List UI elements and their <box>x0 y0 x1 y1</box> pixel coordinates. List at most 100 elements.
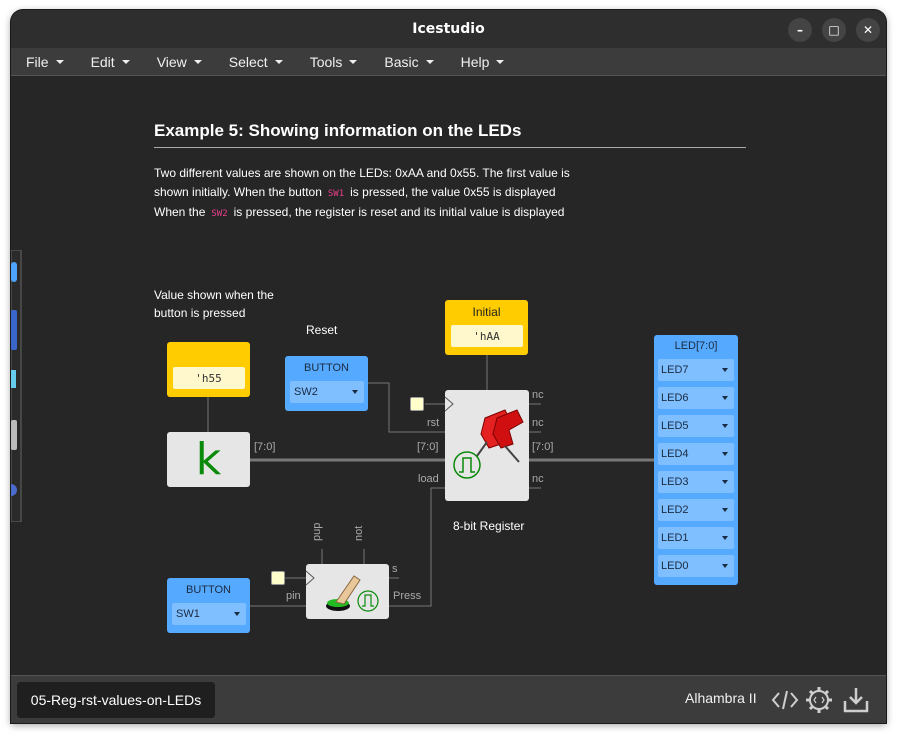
button-block-sw1[interactable]: BUTTON SW1 <box>167 578 250 633</box>
code-icon[interactable] <box>770 685 800 715</box>
doc-paragraph: Two different values are shown on the LE… <box>154 164 570 224</box>
title-bar: Icestudio – □ ✕ <box>11 10 886 48</box>
doc-heading: Example 5: Showing information on the LE… <box>154 121 522 140</box>
port-label-pup: pup <box>311 522 323 541</box>
caret-down-icon <box>234 612 240 616</box>
caret-down-icon <box>722 536 728 540</box>
clock-triangle-icon <box>444 396 454 412</box>
caret-down-icon <box>425 59 434 64</box>
port-label-pin: pin <box>286 590 301 602</box>
caret-down-icon <box>722 452 728 456</box>
menu-bar: File Edit View Select Tools Basic Help <box>11 48 886 76</box>
caret-down-icon <box>193 59 202 64</box>
menu-basic[interactable]: Basic <box>369 48 445 76</box>
menu-label: Help <box>460 53 490 70</box>
maximize-button[interactable]: □ <box>822 18 846 42</box>
register-label: 8-bit Register <box>453 519 525 533</box>
note-reset[interactable]: Reset <box>306 321 337 339</box>
constant-title: Initial <box>472 305 501 319</box>
constant-value[interactable]: 'hAA <box>450 325 523 347</box>
doc-line: Two different values are shown on the LE… <box>154 166 570 180</box>
doc-text: is pressed, the value 0x55 is displayed <box>350 184 556 199</box>
caret-down-icon <box>55 59 64 64</box>
k-icon: k <box>195 433 222 485</box>
button-block-sw2[interactable]: BUTTON SW2 <box>285 356 368 411</box>
led-label: LED1 <box>661 532 689 544</box>
constant-value[interactable]: 'h55 <box>172 367 245 389</box>
register-graphic <box>444 396 524 479</box>
debouncer-graphic <box>305 570 379 612</box>
led-label: LED3 <box>661 476 689 488</box>
constant-block-initial[interactable]: Initial 'hAA <box>445 300 528 355</box>
port-label-press: Press <box>393 590 422 602</box>
clock-input-square[interactable] <box>410 397 424 411</box>
port-label-rst: rst <box>427 417 440 429</box>
caret-down-icon <box>349 59 358 64</box>
note-value-shown[interactable]: Value shown when the button is pressed <box>154 286 274 322</box>
menu-file[interactable]: File <box>11 48 76 76</box>
led-select-0[interactable]: LED0 <box>658 555 734 577</box>
code-sw2: SW2 <box>211 209 228 219</box>
select-value: SW1 <box>176 608 200 620</box>
caret-down-icon <box>722 396 728 400</box>
board-name[interactable]: Alhambra II <box>685 690 757 706</box>
doc-line: When the SW2 is pressed, the register is r… <box>154 203 570 224</box>
led-label: LED0 <box>661 560 689 572</box>
note-line: button is pressed <box>154 306 246 320</box>
status-bar: 05-Reg-rst-values-on-LEDs Alhambra II <box>11 675 886 723</box>
menu-label: Select <box>228 53 268 70</box>
caret-down-icon <box>121 59 130 64</box>
led-select-7[interactable]: LED7 <box>658 359 734 381</box>
caret-down-icon <box>722 564 728 568</box>
gear-code-icon[interactable] <box>804 685 834 715</box>
constant-k-block[interactable]: k <box>167 432 250 487</box>
menu-view[interactable]: View <box>142 48 214 76</box>
caret-down-icon <box>722 368 728 372</box>
port-label-not: not <box>353 525 365 541</box>
port-label-nc: nc <box>532 389 544 401</box>
maximize-icon: □ <box>828 23 840 37</box>
close-button[interactable]: ✕ <box>856 18 880 42</box>
menu-edit[interactable]: Edit <box>76 48 142 76</box>
led-select-3[interactable]: LED3 <box>658 471 734 493</box>
led-label: LED4 <box>661 448 689 460</box>
minimize-icon: – <box>797 23 803 37</box>
clock-input-square[interactable] <box>271 571 285 585</box>
led-select-1[interactable]: LED1 <box>658 527 734 549</box>
code-sw1: SW1 <box>327 188 345 199</box>
led-select-4[interactable]: LED4 <box>658 443 734 465</box>
led-select-2[interactable]: LED2 <box>658 499 734 521</box>
select-value: SW2 <box>294 386 318 398</box>
button-block-title: BUTTON <box>303 362 350 374</box>
menu-tools[interactable]: Tools <box>295 48 370 76</box>
led-select-6[interactable]: LED6 <box>658 387 734 409</box>
port-label-nc: nc <box>532 417 544 429</box>
note-line: Value shown when the <box>154 288 274 302</box>
led-block-title: LED[7:0] <box>674 340 718 352</box>
menu-select[interactable]: Select <box>214 48 295 76</box>
doc-line: shown initially. When the button SW1 is pr… <box>154 183 570 204</box>
register-block[interactable] <box>444 390 529 501</box>
download-icon[interactable] <box>841 685 871 715</box>
menu-help[interactable]: Help <box>446 48 517 76</box>
pulse-icon <box>453 451 481 479</box>
app-window: Icestudio – □ ✕ File Edit View Select To… <box>11 10 886 723</box>
debouncer-block[interactable] <box>305 564 389 619</box>
collapsed-side-panel[interactable] <box>11 250 33 522</box>
menu-label: View <box>156 53 187 70</box>
design-canvas[interactable]: Example 5: Showing information on the LE… <box>11 77 886 675</box>
pushpin-icon <box>476 409 524 463</box>
led-output-block[interactable]: LED[7:0] LED7 LED6 LED5 LED4 LED3 LED2 L… <box>654 335 738 585</box>
menu-label: Tools <box>309 53 343 70</box>
button-select-sw2[interactable]: SW2 <box>290 381 364 403</box>
button-select-sw1[interactable]: SW1 <box>172 603 246 625</box>
file-tab[interactable]: 05-Reg-rst-values-on-LEDs <box>17 682 215 718</box>
constant-block-h55[interactable]: 'h55 <box>167 342 250 397</box>
led-select-5[interactable]: LED5 <box>658 415 734 437</box>
minimize-button[interactable]: – <box>788 18 812 42</box>
button-block-title: BUTTON <box>185 584 232 596</box>
led-label: LED7 <box>661 364 689 376</box>
window-title: Icestudio <box>412 21 485 37</box>
led-label: LED6 <box>661 392 689 404</box>
pulse-icon <box>357 590 379 612</box>
